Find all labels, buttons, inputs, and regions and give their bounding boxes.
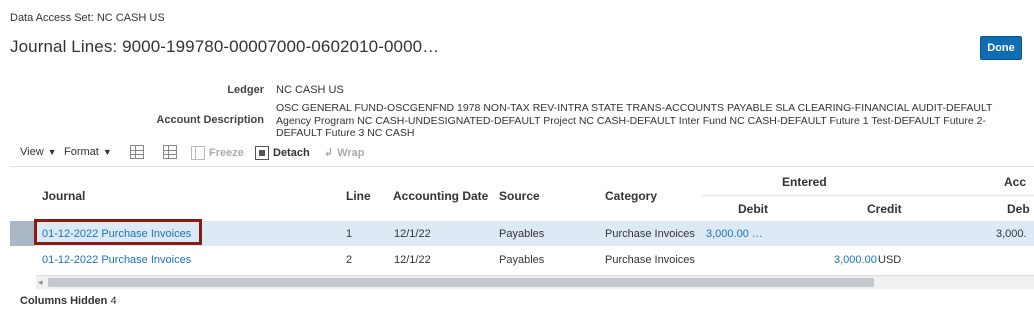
- columns-button[interactable]: [130, 145, 144, 159]
- column-header-debit[interactable]: Debit: [738, 202, 768, 216]
- wrap-label: Wrap: [337, 146, 365, 159]
- accounting-date-cell: 12/1/22: [394, 228, 431, 240]
- source-cell: Payables: [499, 254, 545, 266]
- wrap-button[interactable]: ↲ Wrap: [324, 146, 365, 160]
- ledger-value: NC CASH US: [276, 84, 344, 96]
- column-group-entered: Entered: [782, 175, 827, 189]
- freeze-button[interactable]: Freeze: [191, 146, 244, 160]
- account-description-label: Account Description: [156, 114, 264, 126]
- caret-down-icon: ▼: [47, 147, 57, 157]
- category-cell: Purchase Invoices: [605, 228, 695, 240]
- entered-credit-cell[interactable]: 3,000.00: [834, 254, 877, 266]
- line-cell: 1: [346, 228, 353, 240]
- columns-hidden-status: Columns Hidden 4: [20, 295, 117, 307]
- data-access-set: Data Access Set: NC CASH US: [10, 12, 165, 24]
- view-menu[interactable]: View ▼: [20, 146, 57, 158]
- currency-cell: USD: [878, 254, 902, 266]
- highlight-annotation-box: [34, 219, 202, 245]
- detach-label: Detach: [273, 147, 310, 159]
- entered-debit-cell[interactable]: 3,000.00 …: [706, 228, 763, 240]
- source-cell: Payables: [499, 228, 545, 240]
- format-menu[interactable]: Format ▼: [64, 146, 112, 158]
- freeze-icon: [191, 146, 205, 160]
- format-menu-label: Format: [64, 146, 99, 158]
- wrap-icon: ↲: [324, 147, 334, 159]
- query-by-example-button[interactable]: [163, 145, 177, 159]
- detach-icon: [255, 146, 269, 160]
- manage-columns-icon: [130, 145, 144, 159]
- horizontal-scrollbar[interactable]: ◂: [36, 275, 1034, 289]
- column-header-credit[interactable]: Credit: [867, 202, 902, 216]
- data-access-label: Data Access Set:: [10, 12, 94, 24]
- column-header-line[interactable]: Line: [346, 189, 371, 203]
- caret-down-icon: ▼: [102, 147, 112, 157]
- column-header-journal[interactable]: Journal: [42, 189, 85, 203]
- row-selector[interactable]: [10, 221, 34, 246]
- columns-hidden-count: 4: [110, 295, 117, 307]
- group-header-divider: [702, 195, 1034, 196]
- page-title: Journal Lines: 9000-199780-00007000-0602…: [10, 37, 440, 56]
- ledger-label: Ledger: [227, 84, 264, 96]
- line-cell: 2: [346, 254, 353, 266]
- accounted-debit-cell: 3,000.: [996, 228, 1027, 240]
- journal-link[interactable]: 01-12-2022 Purchase Invoices: [42, 254, 191, 266]
- column-header-source[interactable]: Source: [499, 189, 540, 203]
- scrollbar-thumb[interactable]: [48, 278, 874, 287]
- column-group-accounted: Acc: [1004, 175, 1027, 189]
- column-header-accounted-debit[interactable]: Deb: [1007, 202, 1030, 216]
- data-access-value: NC CASH US: [96, 12, 165, 24]
- column-header-accounting-date[interactable]: Accounting Date: [393, 189, 488, 203]
- view-menu-label: View: [20, 146, 44, 158]
- account-description-value: OSC GENERAL FUND-OSCGENFND 1978 NON-TAX …: [276, 102, 993, 139]
- column-header-category[interactable]: Category: [605, 189, 657, 203]
- category-cell: Purchase Invoices: [605, 254, 695, 266]
- table-row[interactable]: 01-12-2022 Purchase Invoices 2 12/1/22 P…: [10, 247, 1034, 272]
- detach-button[interactable]: Detach: [255, 146, 310, 160]
- query-by-example-icon: [163, 145, 177, 159]
- freeze-label: Freeze: [209, 147, 244, 159]
- columns-hidden-label: Columns Hidden: [20, 295, 108, 307]
- journal-lines-table: Journal Line Accounting Date Source Cate…: [10, 166, 1034, 291]
- done-button[interactable]: Done: [980, 36, 1022, 60]
- accounting-date-cell: 12/1/22: [394, 254, 431, 266]
- scroll-left-icon[interactable]: ◂: [38, 277, 43, 288]
